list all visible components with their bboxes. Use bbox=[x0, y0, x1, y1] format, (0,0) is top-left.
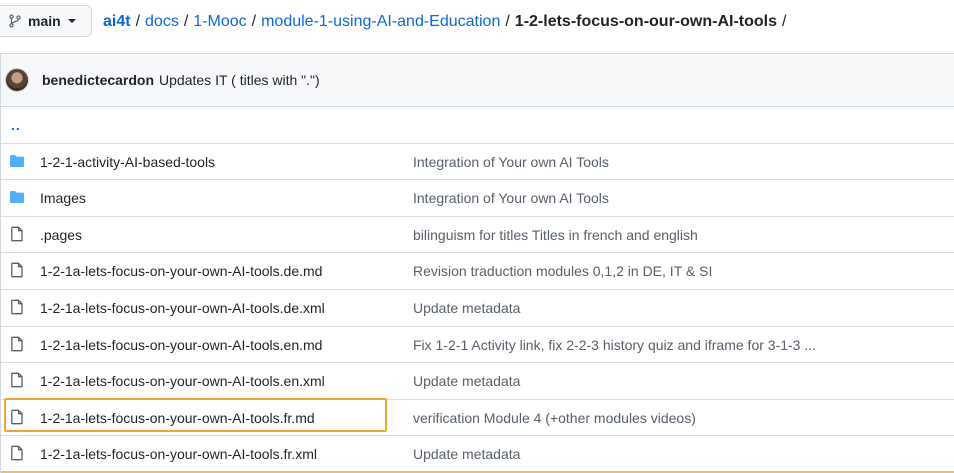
breadcrumb-current: 1-2-lets-focus-on-our-own-AI-tools bbox=[514, 13, 777, 30]
file-row[interactable]: 1-2-1a-lets-focus-on-your-own-AI-tools.e… bbox=[1, 363, 954, 400]
file-row[interactable]: 1-2-1a-lets-focus-on-your-own-AI-tools.d… bbox=[1, 290, 954, 327]
commit-message-link[interactable]: Integration of Your own AI Tools bbox=[413, 190, 609, 206]
breadcrumb-separator: / bbox=[782, 13, 787, 30]
breadcrumb-link-module[interactable]: module-1-using-AI-and-Education bbox=[261, 13, 500, 31]
breadcrumb-separator: / bbox=[183, 13, 189, 30]
folder-row[interactable]: 1-2-1-activity-AI-based-tools Integration… bbox=[1, 144, 954, 181]
item-name-link[interactable]: .pages bbox=[40, 227, 82, 243]
folder-row[interactable]: Images Integration of Your own AI Tools bbox=[1, 180, 954, 217]
avatar[interactable] bbox=[5, 68, 29, 92]
file-row[interactable]: 1-2-1a-lets-focus-on-your-own-AI-tools.f… bbox=[1, 436, 954, 473]
breadcrumb-repo-link[interactable]: ai4t bbox=[103, 13, 131, 31]
breadcrumb-link-mooc[interactable]: 1-Mooc bbox=[193, 13, 246, 31]
file-row[interactable]: .pages bilinguism for titles Titles in fr… bbox=[1, 217, 954, 254]
commit-message-link[interactable]: Update metadata bbox=[413, 373, 520, 389]
breadcrumb-separator: / bbox=[505, 13, 510, 30]
top-bar: main ai4t / docs / 1-Mooc / module-1-usi… bbox=[0, 0, 954, 46]
item-name-link[interactable]: 1-2-1a-lets-focus-on-your-own-AI-tools.e… bbox=[40, 337, 322, 353]
commit-message-link[interactable]: Fix 1-2-1 Activity link, fix 2-2-3 histo… bbox=[413, 337, 816, 353]
chevron-down-icon bbox=[67, 19, 76, 23]
breadcrumb: ai4t / docs / 1-Mooc / module-1-using-AI… bbox=[103, 11, 791, 33]
file-icon bbox=[9, 299, 25, 315]
latest-commit-bar: benedictecardon Updates IT ( titles with… bbox=[1, 54, 954, 107]
commit-message-link[interactable]: Update metadata bbox=[413, 446, 520, 462]
item-name-link[interactable]: 1-2-1a-lets-focus-on-your-own-AI-tools.d… bbox=[40, 300, 325, 316]
file-icon bbox=[9, 336, 25, 352]
file-row[interactable]: 1-2-1a-lets-focus-on-your-own-AI-tools.d… bbox=[1, 253, 954, 290]
item-name-link[interactable]: 1-2-1a-lets-focus-on-your-own-AI-tools.d… bbox=[40, 263, 322, 279]
commit-author-link[interactable]: benedictecardon bbox=[42, 72, 154, 88]
item-name-link[interactable]: 1-2-1a-lets-focus-on-your-own-AI-tools.e… bbox=[40, 373, 325, 389]
file-icon bbox=[9, 226, 25, 242]
commit-message-link[interactable]: Revision traduction modules 0,1,2 in DE,… bbox=[413, 263, 712, 279]
folder-icon bbox=[9, 153, 25, 169]
breadcrumb-separator: / bbox=[251, 13, 257, 30]
folder-icon bbox=[9, 189, 25, 205]
item-name-link[interactable]: Images bbox=[40, 190, 86, 206]
commit-message-link[interactable]: verification Module 4 (+other modules vi… bbox=[413, 410, 696, 426]
commit-message-link[interactable]: Update metadata bbox=[413, 300, 520, 316]
parent-directory-row[interactable]: .. bbox=[1, 107, 954, 144]
branch-label: main bbox=[28, 13, 61, 29]
item-name-link[interactable]: 1-2-1a-lets-focus-on-your-own-AI-tools.f… bbox=[40, 410, 315, 426]
breadcrumb-separator: / bbox=[135, 13, 141, 30]
file-row[interactable]: 1-2-1a-lets-focus-on-your-own-AI-tools.f… bbox=[1, 400, 954, 437]
commit-message-link[interactable]: Integration of Your own AI Tools bbox=[413, 154, 609, 170]
file-icon bbox=[9, 409, 25, 425]
branch-selector-button[interactable]: main bbox=[0, 5, 92, 37]
git-branch-icon bbox=[9, 14, 21, 28]
breadcrumb-link-docs[interactable]: docs bbox=[145, 13, 179, 31]
item-name-link[interactable]: 1-2-1a-lets-focus-on-your-own-AI-tools.f… bbox=[40, 446, 317, 462]
commit-message-link[interactable]: bilinguism for titles Titles in french a… bbox=[413, 227, 698, 243]
file-icon bbox=[9, 445, 25, 461]
file-row[interactable]: 1-2-1a-lets-focus-on-your-own-AI-tools.e… bbox=[1, 327, 954, 364]
file-icon bbox=[9, 262, 25, 278]
file-browser: benedictecardon Updates IT ( titles with… bbox=[0, 53, 954, 473]
file-icon bbox=[9, 372, 25, 388]
commit-message-link[interactable]: Updates IT ( titles with ".") bbox=[159, 72, 320, 88]
parent-directory-link[interactable]: .. bbox=[11, 117, 21, 133]
item-name-link[interactable]: 1-2-1-activity-AI-based-tools bbox=[40, 154, 215, 170]
